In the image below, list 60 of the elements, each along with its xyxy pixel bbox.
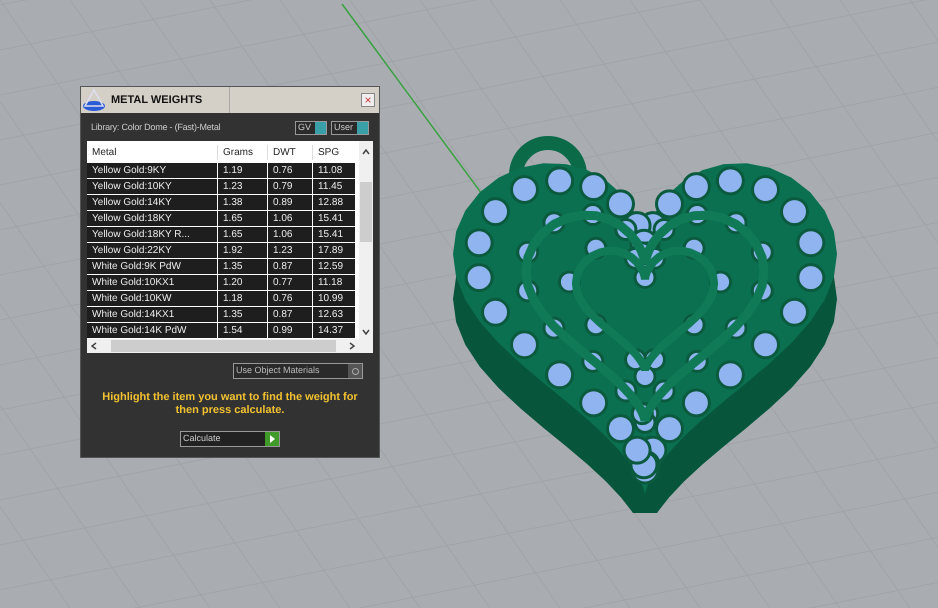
table-cell: 1.23	[267, 243, 312, 258]
table-cell: 10.99	[312, 291, 355, 306]
instruction-text: Highlight the item you want to find the weight for then press calculate.	[101, 391, 359, 417]
table-cell: 1.18	[217, 291, 267, 306]
table-cell: 12.88	[312, 195, 355, 210]
table-cell: 0.76	[267, 163, 312, 178]
column-header: Grams	[217, 144, 267, 160]
toggle-button[interactable]: User	[330, 121, 369, 135]
table-cell: White Gold:14KX1	[87, 307, 217, 322]
vertical-scrollbar[interactable]	[359, 141, 373, 339]
table-cell: White Gold:10KX1	[87, 275, 217, 290]
table-cell: 12.59	[312, 259, 355, 274]
table-cell: 15.41	[312, 227, 355, 242]
table-cell: 0.79	[267, 179, 312, 194]
table-cell: 1.06	[267, 227, 312, 242]
table-cell: Yellow Gold:18KY R...	[87, 227, 217, 242]
table-cell: 1.38	[217, 195, 267, 210]
table-cell: 0.87	[267, 307, 312, 322]
table-cell: 15.41	[312, 211, 355, 226]
table-cell: 1.20	[217, 275, 267, 290]
window-title: METAL WEIGHTS	[111, 92, 204, 108]
library-label: Library: Color Dome - (Fast)-Metal	[91, 121, 220, 134]
table-cell: 1.35	[217, 307, 267, 322]
table-cell: 0.99	[267, 323, 312, 338]
play-icon	[265, 432, 279, 446]
close-button[interactable]: ×	[361, 93, 375, 107]
table-cell: 12.63	[312, 307, 355, 322]
horizontal-scrollbar[interactable]	[87, 339, 373, 353]
table-cell: 14.37	[312, 323, 355, 338]
table-cell: White Gold:9K PdW	[87, 259, 217, 274]
table-cell: 1.92	[217, 243, 267, 258]
table-cell: White Gold:14K PdW	[87, 323, 217, 338]
table-cell: 0.77	[267, 275, 312, 290]
use-object-materials-toggle[interactable]: Use Object Materials	[233, 363, 363, 379]
table-cell: 1.19	[217, 163, 267, 178]
table-cell: Yellow Gold:14KY	[87, 195, 217, 210]
table-cell: 11.08	[312, 163, 355, 178]
table-cell: 11.45	[312, 179, 355, 194]
table-cell: White Gold:10KW	[87, 291, 217, 306]
column-header: Metal	[91, 146, 118, 160]
table-cell: 1.23	[217, 179, 267, 194]
table-cell: Yellow Gold:9KY	[87, 163, 217, 178]
column-header: DWT	[267, 144, 312, 160]
table-cell: 11.18	[312, 275, 355, 290]
toggle-button[interactable]: GV	[294, 121, 327, 135]
table-cell: Yellow Gold:22KY	[87, 243, 217, 258]
column-header: SPG	[312, 144, 355, 160]
table-cell: 1.65	[217, 211, 267, 226]
table-cell: 0.87	[267, 259, 312, 274]
pyramid-logo-icon	[81, 88, 107, 112]
table-cell: 0.76	[267, 291, 312, 306]
calculate-button[interactable]: Calculate	[180, 431, 280, 447]
table-cell: Yellow Gold:10KY	[87, 179, 217, 194]
table-cell: Yellow Gold:18KY	[87, 211, 217, 226]
table-cell: 17.89	[312, 243, 355, 258]
table-cell: 0.89	[267, 195, 312, 210]
table-cell: 1.65	[217, 227, 267, 242]
table-cell: 1.54	[217, 323, 267, 338]
table-cell: 1.35	[217, 259, 267, 274]
table-cell: 1.06	[267, 211, 312, 226]
